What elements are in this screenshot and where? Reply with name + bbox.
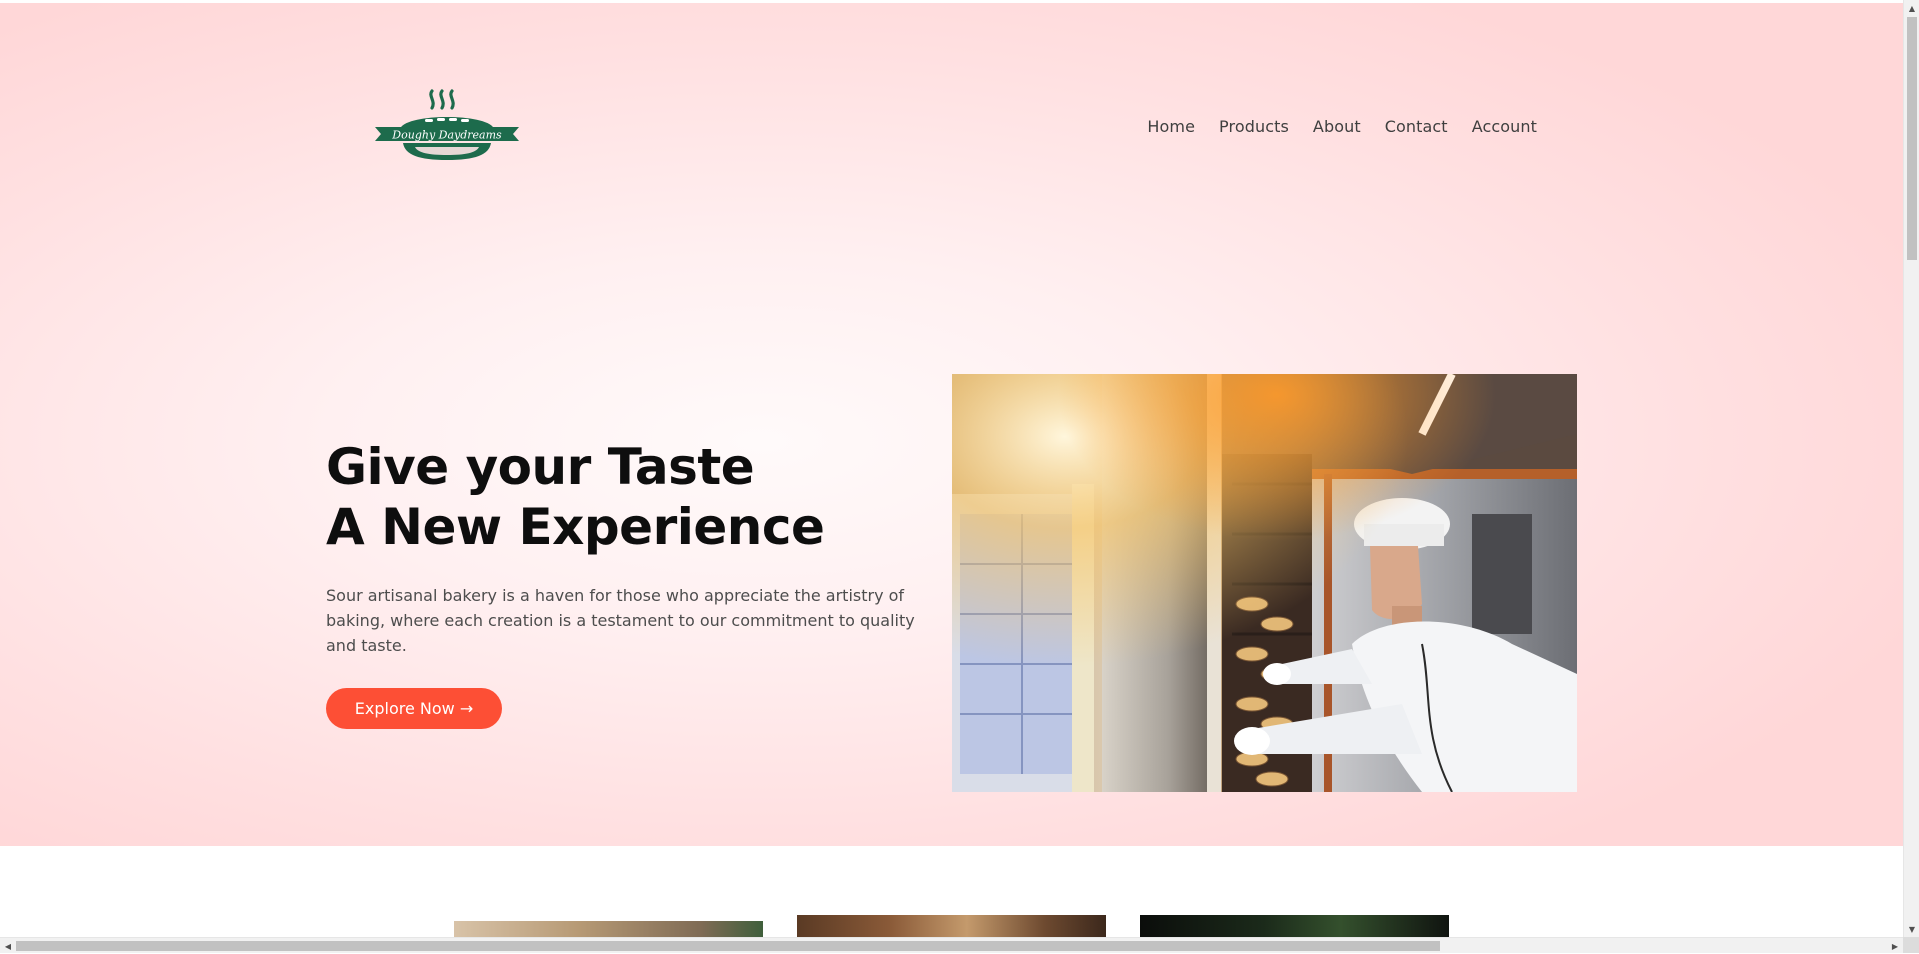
main-nav: Home Products About Contact Account [1147,117,1537,136]
hero-headline-line-1: Give your Taste [326,438,755,496]
vertical-scrollbar[interactable]: ▲ ▼ [1903,0,1919,937]
hero-image-icon [952,374,1577,792]
nav-item-products[interactable]: Products [1219,117,1289,136]
hero-headline: Give your Taste A New Experience [326,437,825,557]
scroll-up-arrow-icon[interactable]: ▲ [1904,0,1919,16]
product-card-1[interactable] [454,921,763,937]
nav-item-home[interactable]: Home [1147,117,1195,136]
product-cards-row [0,915,1903,937]
product-card-2[interactable] [797,915,1106,937]
scroll-down-arrow-icon[interactable]: ▼ [1904,921,1919,937]
pastry-photo [797,915,1106,937]
hero-section: Doughy Daydreams Home Products About Con… [0,3,1903,846]
nav-item-about[interactable]: About [1313,117,1361,136]
product-card-3[interactable] [1140,915,1449,937]
vertical-scroll-thumb[interactable] [1907,17,1917,260]
hero-headline-line-2: A New Experience [326,498,825,556]
baker-at-oven-photo [952,374,1577,792]
scroll-right-arrow-icon[interactable]: ▶ [1887,938,1903,954]
hero-description: Sour artisanal bakery is a haven for tho… [326,586,915,655]
scroll-left-arrow-icon[interactable]: ◀ [0,938,16,954]
nav-item-contact[interactable]: Contact [1385,117,1448,136]
bread-photo [454,921,763,937]
scrollbar-corner [1903,937,1919,953]
page-viewport: Doughy Daydreams Home Products About Con… [0,0,1903,937]
greens-photo [1140,915,1449,937]
explore-now-button[interactable]: Explore Now → [326,688,502,729]
brand-logo-icon: Doughy Daydreams [375,89,519,160]
horizontal-scroll-thumb[interactable] [16,941,1440,951]
brand-name: Doughy Daydreams [391,129,502,142]
brand-logo[interactable]: Doughy Daydreams [375,89,519,163]
horizontal-scrollbar[interactable]: ◀ ▶ [0,937,1903,953]
nav-item-account[interactable]: Account [1472,117,1537,136]
